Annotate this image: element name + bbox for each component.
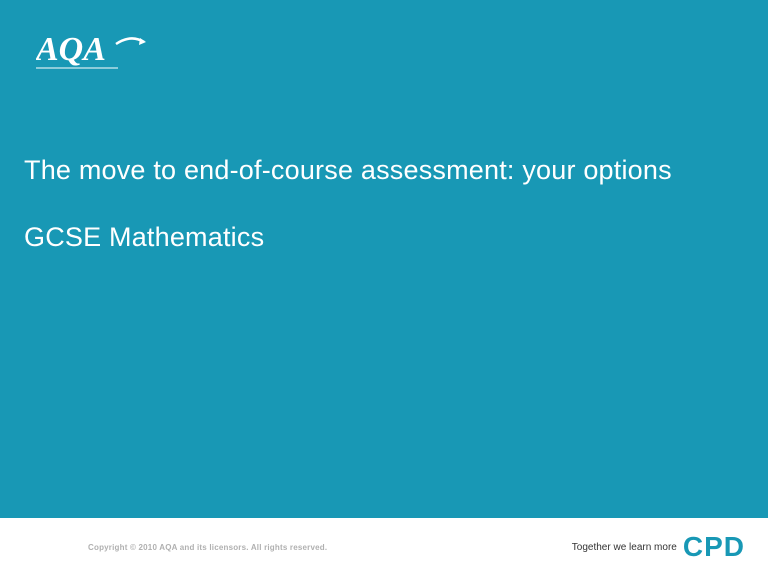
footer-right: Together we learn more C P D — [572, 533, 744, 561]
slide-subtitle: GCSE Mathematics — [24, 222, 264, 253]
tagline: Together we learn more — [572, 542, 677, 553]
slide-title: The move to end-of-course assessment: yo… — [24, 155, 672, 186]
main-panel: AQA The move to end-of-course assessment… — [0, 0, 768, 518]
cpd-logo: C P D — [683, 533, 744, 561]
footer: Copyright © 2010 AQA and its licensors. … — [0, 518, 768, 576]
aqa-logo: AQA — [36, 24, 156, 74]
cpd-letter-c: C — [683, 533, 703, 561]
svg-text:AQA: AQA — [36, 31, 106, 68]
cpd-letter-d: D — [724, 533, 744, 561]
cpd-letter-p: P — [704, 533, 723, 561]
copyright-text: Copyright © 2010 AQA and its licensors. … — [88, 543, 327, 552]
